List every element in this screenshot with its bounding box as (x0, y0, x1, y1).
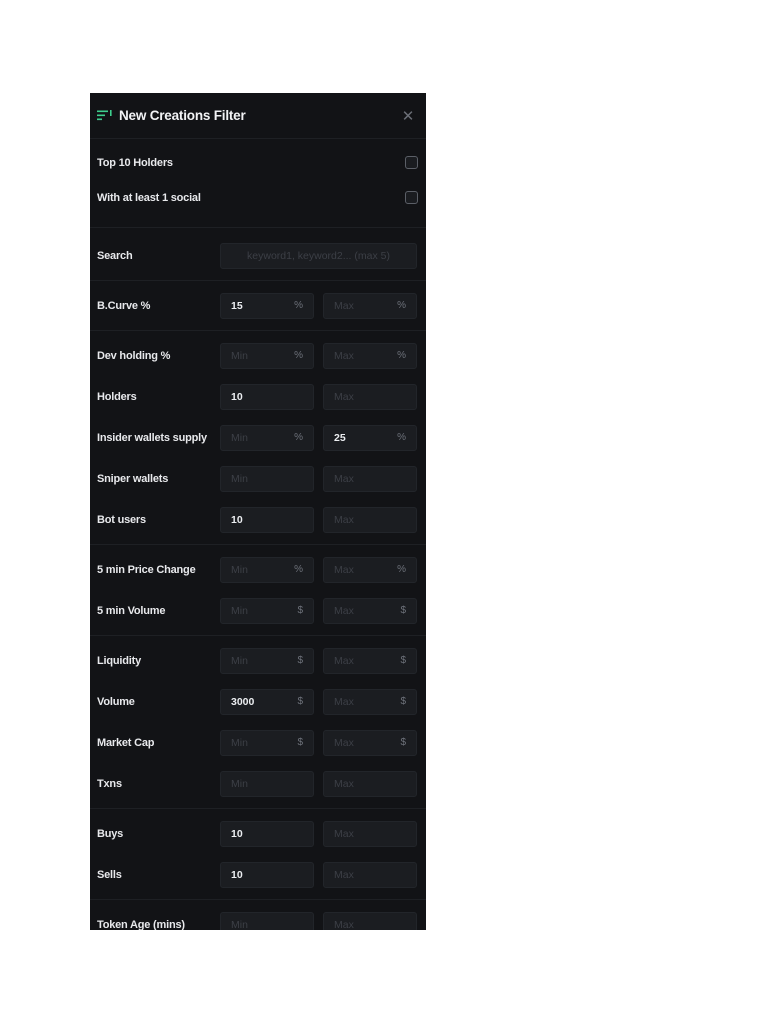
insider-max-input[interactable]: 25 % (323, 424, 417, 451)
sells-min-input[interactable]: 10 (220, 861, 314, 888)
market-cap-max-input[interactable]: Max $ (323, 729, 417, 756)
dev-holding-max-input[interactable]: Max % (323, 342, 417, 369)
bot-users-row: Bot users 10 Max (90, 499, 426, 540)
top10-holders-checkbox[interactable] (405, 156, 418, 169)
volume-5m-max-input[interactable]: Max $ (323, 597, 417, 624)
bcurve-max-input[interactable]: Max % (323, 292, 417, 319)
price-change-max-input[interactable]: Max % (323, 556, 417, 583)
liquidity-row: Liquidity Min $ Max $ (90, 640, 426, 681)
price-change-row: 5 min Price Change Min % Max % (90, 549, 426, 590)
filter-panel: New Creations Filter ✕ Top 10 Holders Wi… (90, 93, 426, 930)
volume-5m-row: 5 min Volume Min $ Max $ (90, 590, 426, 631)
buys-row: Buys 10 Max (90, 813, 426, 854)
market-cap-min-input[interactable]: Min $ (220, 729, 314, 756)
bot-users-max-input[interactable]: Max (323, 506, 417, 533)
sniper-row: Sniper wallets Min Max (90, 458, 426, 499)
holders-row: Holders 10 Max (90, 376, 426, 417)
panel-header: New Creations Filter ✕ (90, 93, 426, 139)
bcurve-min-input[interactable]: 15 % (220, 292, 314, 319)
volume-row: Volume 3000 $ Max $ (90, 681, 426, 722)
insider-row: Insider wallets supply Min % 25 % (90, 417, 426, 458)
sells-max-input[interactable]: Max (323, 861, 417, 888)
close-icon[interactable]: ✕ (398, 106, 418, 126)
token-age-max-input[interactable]: Max (323, 911, 417, 930)
price-change-min-input[interactable]: Min % (220, 556, 314, 583)
search-row: Search keyword1, keyword2... (max 5) (90, 232, 426, 280)
market-cap-row: Market Cap Min $ Max $ (90, 722, 426, 763)
bcurve-row: B.Curve % 15 % Max % (90, 281, 426, 330)
token-age-row: Token Age (mins) Min Max (90, 904, 426, 930)
dev-holding-min-input[interactable]: Min % (220, 342, 314, 369)
buys-min-input[interactable]: 10 (220, 820, 314, 847)
panel-title: New Creations Filter (119, 108, 246, 123)
dev-holding-row: Dev holding % Min % Max % (90, 335, 426, 376)
search-input[interactable]: keyword1, keyword2... (max 5) (220, 243, 417, 269)
sells-row: Sells 10 Max (90, 854, 426, 895)
token-age-min-input[interactable]: Min (220, 911, 314, 930)
volume-max-input[interactable]: Max $ (323, 688, 417, 715)
buys-max-input[interactable]: Max (323, 820, 417, 847)
insider-min-input[interactable]: Min % (220, 424, 314, 451)
liquidity-min-input[interactable]: Min $ (220, 647, 314, 674)
holders-max-input[interactable]: Max (323, 383, 417, 410)
liquidity-max-input[interactable]: Max $ (323, 647, 417, 674)
holders-min-input[interactable]: 10 (220, 383, 314, 410)
txns-row: Txns Min Max (90, 763, 426, 804)
checkbox-label: With at least 1 social (97, 191, 201, 204)
social-checkbox[interactable] (405, 191, 418, 204)
sniper-min-input[interactable]: Min (220, 465, 314, 492)
checkbox-row-top10[interactable]: Top 10 Holders (90, 145, 426, 180)
txns-min-input[interactable]: Min (220, 770, 314, 797)
txns-max-input[interactable]: Max (323, 770, 417, 797)
filter-lines-icon (97, 109, 113, 123)
checkbox-label: Top 10 Holders (97, 156, 173, 169)
volume-min-input[interactable]: 3000 $ (220, 688, 314, 715)
search-label: Search (97, 250, 133, 262)
bot-users-min-input[interactable]: 10 (220, 506, 314, 533)
sniper-max-input[interactable]: Max (323, 465, 417, 492)
checkbox-row-social[interactable]: With at least 1 social (90, 180, 426, 215)
volume-5m-min-input[interactable]: Min $ (220, 597, 314, 624)
